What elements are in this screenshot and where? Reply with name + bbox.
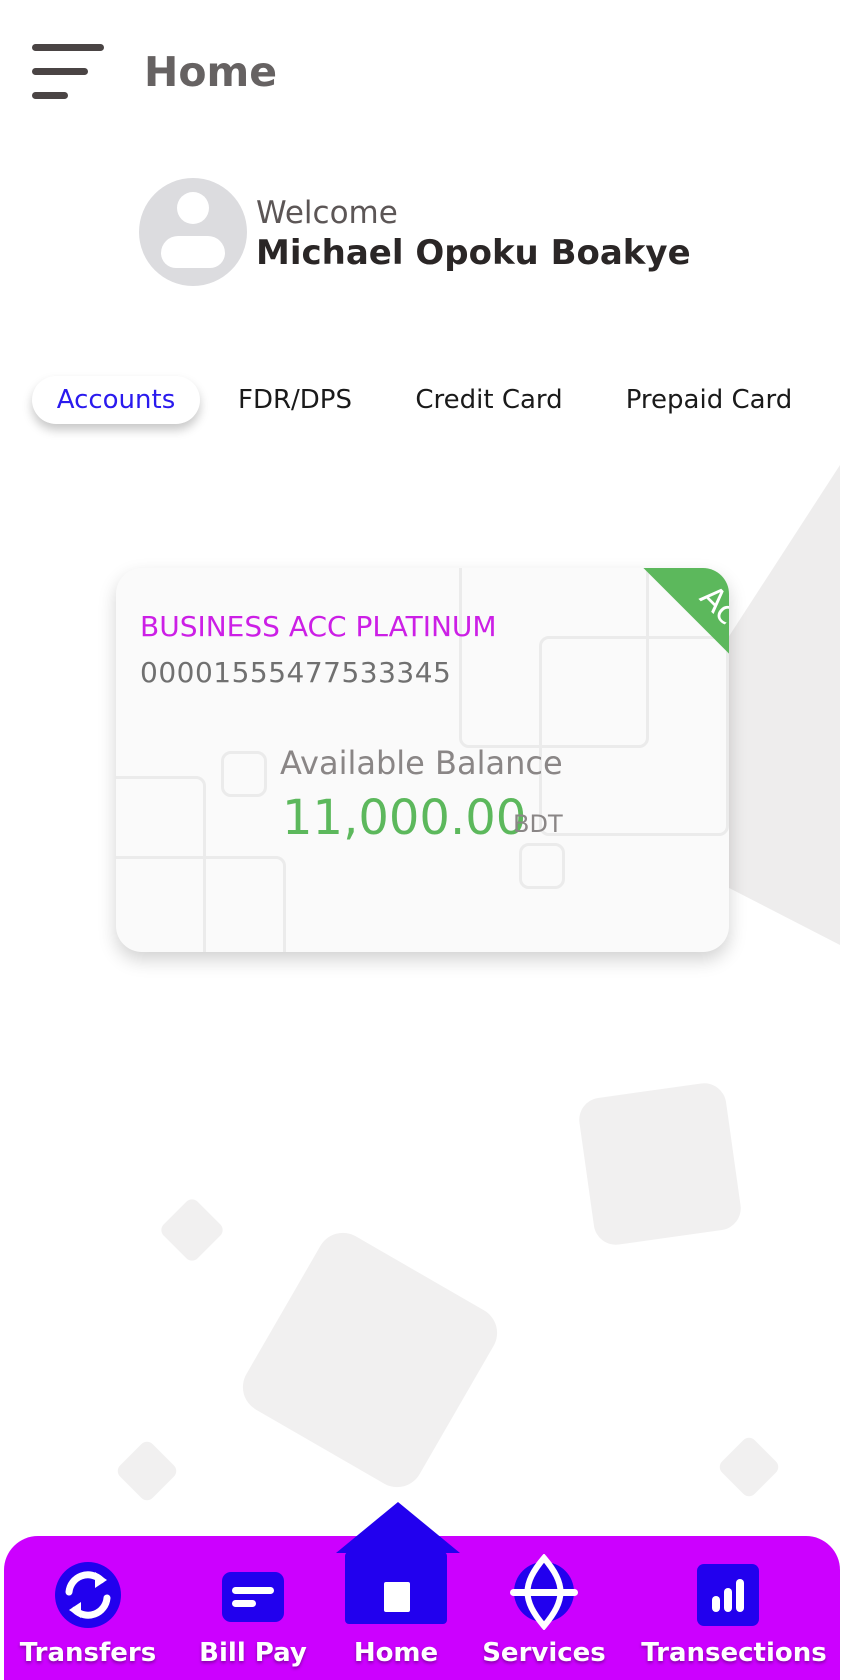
services-icon bbox=[510, 1554, 578, 1630]
bill-card-icon bbox=[222, 1572, 284, 1622]
nav-transections[interactable]: Transections bbox=[634, 1536, 834, 1680]
nav-services-label: Services bbox=[482, 1638, 606, 1668]
tab-prepaid-card[interactable]: Prepaid Card bbox=[612, 376, 806, 424]
page-title: Home bbox=[144, 48, 278, 96]
nav-transfers[interactable]: Transfers bbox=[10, 1536, 166, 1680]
card-decoration bbox=[539, 636, 729, 836]
tab-fdr-dps[interactable]: FDR/DPS bbox=[220, 376, 370, 424]
card-decoration bbox=[519, 843, 565, 889]
background-square bbox=[576, 1080, 744, 1248]
user-avatar-icon bbox=[139, 178, 247, 286]
account-name: BUSINESS ACC PLATINUM bbox=[140, 610, 497, 643]
nav-bill-pay-label: Bill Pay bbox=[199, 1638, 307, 1668]
user-name: Michael Opoku Boakye bbox=[256, 233, 691, 273]
account-card[interactable]: Active BUSINESS ACC PLATINUM 00001555477… bbox=[116, 568, 729, 952]
hamburger-menu-icon[interactable] bbox=[32, 42, 106, 102]
balance-currency: BDT bbox=[513, 810, 563, 838]
nav-transfers-label: Transfers bbox=[19, 1638, 157, 1668]
balance-amount: 11,000.00 bbox=[282, 790, 527, 846]
background-square bbox=[716, 1434, 782, 1500]
account-number: 00001555477533345 bbox=[140, 656, 452, 689]
nav-transections-label: Transections bbox=[641, 1638, 827, 1668]
background-square bbox=[233, 1223, 507, 1497]
balance-label: Available Balance bbox=[280, 744, 563, 782]
card-decoration bbox=[221, 751, 267, 797]
card-decoration bbox=[116, 856, 286, 952]
nav-home-label: Home bbox=[353, 1638, 439, 1668]
transfer-arrows-icon bbox=[55, 1562, 121, 1628]
nav-services[interactable]: Services bbox=[464, 1536, 624, 1680]
bar-chart-icon bbox=[697, 1564, 759, 1626]
background-square bbox=[158, 1196, 226, 1264]
tab-credit-card[interactable]: Credit Card bbox=[404, 376, 574, 424]
tab-accounts[interactable]: Accounts bbox=[32, 376, 200, 424]
home-icon-door bbox=[384, 1582, 410, 1612]
background-square bbox=[114, 1438, 180, 1504]
welcome-text: Welcome bbox=[256, 195, 398, 231]
nav-bill-pay[interactable]: Bill Pay bbox=[178, 1536, 328, 1680]
